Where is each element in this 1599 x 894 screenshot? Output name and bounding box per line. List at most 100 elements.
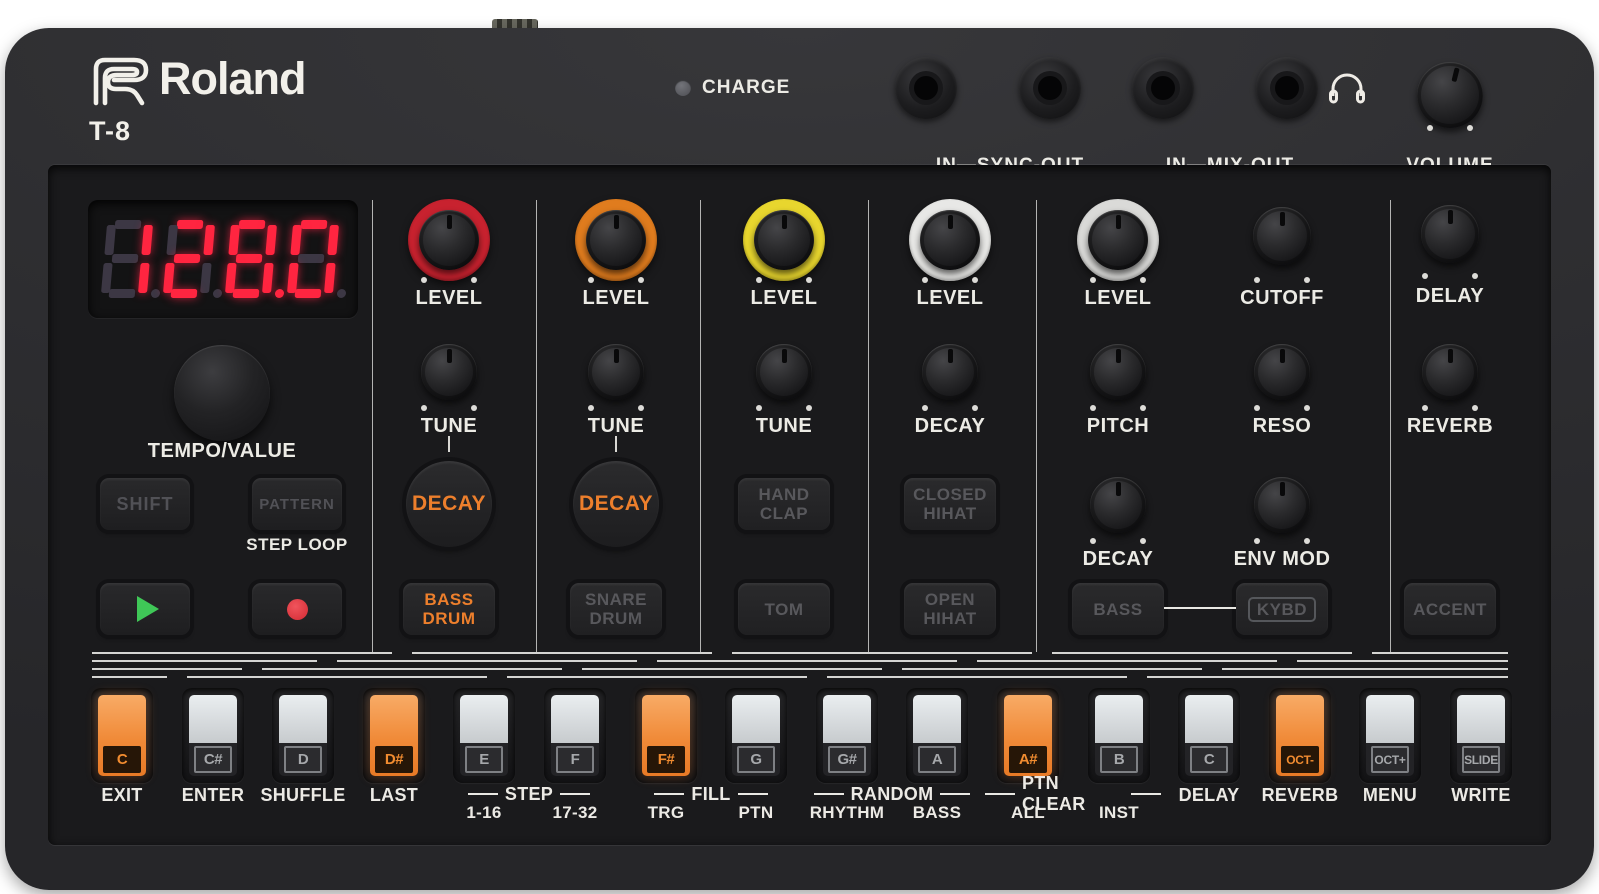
bass-drum-button[interactable]: BASSDRUM [403,583,495,635]
step-pad-oct-plus[interactable]: OCT+ [1359,688,1421,783]
delay-label: DELAY [1370,285,1530,308]
step-pad-f[interactable]: F [544,688,606,783]
knob-dots [369,405,529,411]
tempo-display [88,200,358,318]
divider [1036,200,1037,652]
step-pad-c2[interactable]: C [1178,688,1240,783]
step-pad-g[interactable]: G [725,688,787,783]
step-slide: SLIDE WRITE [1450,688,1512,828]
bass-drum-tune-knob[interactable] [421,344,477,400]
reverb-knob[interactable] [1422,344,1478,400]
snare-drum-tune-knob[interactable] [588,344,644,400]
step-d-sharp: D# LAST [363,688,425,828]
knob-dots [870,405,1030,411]
volume-knob-dots [1370,125,1530,131]
knob-dots [1038,277,1198,283]
level-label: LEVEL [704,287,864,310]
bass-drum-level-knob[interactable] [419,210,479,270]
level-label: LEVEL [536,287,696,310]
level-ring [1077,199,1159,281]
step-loop-label: STEP LOOP [237,535,357,555]
level-ring [575,199,657,281]
step-group-label: STEP [449,785,609,803]
step-f-sharp: F# TRG [635,688,697,828]
tempo-value-knob[interactable] [174,345,270,441]
reso-knob[interactable] [1254,344,1310,400]
tune-label: TUNE [369,415,529,438]
fill-ptn-label: PTN [711,803,801,823]
env-mod-knob[interactable] [1254,477,1310,533]
shuffle-label: SHUFFLE [258,785,348,806]
step-pad-a[interactable]: A [906,688,968,783]
step-c-sharp: C# ENTER [182,688,244,828]
mix-out-jack[interactable] [1256,57,1318,119]
bass-level-knob[interactable] [1088,210,1148,270]
step-g: G PTN [725,688,787,828]
accent-button[interactable]: ACCENT [1404,583,1496,635]
step-pad-slide[interactable]: SLIDE [1450,688,1512,783]
bass-decay-knob[interactable] [1090,477,1146,533]
enter-label: ENTER [168,785,258,806]
charge-label: CHARGE [605,77,905,99]
play-icon [137,596,159,622]
random-bass-label: BASS [892,803,982,823]
bass-button[interactable]: BASS [1072,583,1164,635]
knob-dots [1370,405,1530,411]
fill-trg-label: TRG [621,803,711,823]
hand-clap-button[interactable]: HANDCLAP [738,478,830,530]
step-pad-c[interactable]: C [91,688,153,783]
record-button[interactable] [252,583,342,635]
sync-out-jack[interactable] [1019,57,1081,119]
tick [448,436,450,452]
step-pad-oct-minus[interactable]: OCT- [1269,688,1331,783]
step-pad-a-sharp[interactable]: A# [997,688,1059,783]
snare-drum-decay-pad[interactable]: DECAY [573,461,659,547]
mix-in-jack[interactable] [1132,57,1194,119]
step-f: F 17-32 [544,688,606,828]
bass-kybd-connector [1164,607,1236,609]
reverb-label: REVERB [1370,415,1530,438]
tom-level-knob[interactable] [754,210,814,270]
step-pad-d-sharp[interactable]: D# [363,688,425,783]
step-pad-c-sharp[interactable]: C# [182,688,244,783]
closed-hihat-button[interactable]: CLOSEDHIHAT [904,478,996,530]
kybd-button[interactable]: KYBD [1236,583,1328,635]
step-pad-d[interactable]: D [272,688,334,783]
step-g-sharp: G# RHYTHM [816,688,878,828]
bass-drum-decay-pad[interactable]: DECAY [406,461,492,547]
step-pad-b[interactable]: B [1088,688,1150,783]
divider [868,200,869,652]
tune-label: TUNE [704,415,864,438]
cutoff-knob[interactable] [1253,207,1311,265]
tom-button[interactable]: TOM [738,583,830,635]
sync-in-jack[interactable] [895,57,957,119]
snare-drum-button[interactable]: SNAREDRUM [570,583,662,635]
stripe-line [92,668,1508,670]
hihat-level-knob[interactable] [920,210,980,270]
step-pad-f-sharp[interactable]: F# [635,688,697,783]
play-button[interactable] [100,583,190,635]
headphones-icon [1327,73,1367,106]
knob-dots [1038,538,1198,544]
divider [700,200,701,652]
stripe-line [92,660,1508,662]
bass-pitch-knob[interactable] [1090,344,1146,400]
step-pad-e[interactable]: E [453,688,515,783]
tom-tune-knob[interactable] [756,344,812,400]
pattern-button[interactable]: PATTERN [252,478,342,530]
random-group-label: RANDOM [812,785,972,803]
level-label: LEVEL [1038,287,1198,310]
env-mod-label: ENV MOD [1202,548,1362,571]
step-pad-g-sharp[interactable]: G# [816,688,878,783]
delay-knob[interactable] [1421,205,1479,263]
knob-dots [1038,405,1198,411]
stripe-line [92,652,1508,654]
open-hihat-button[interactable]: OPENHIHAT [904,583,996,635]
write-label: WRITE [1436,785,1526,806]
volume-knob[interactable] [1417,62,1483,128]
snare-drum-level-knob[interactable] [586,210,646,270]
hihat-decay-knob[interactable] [922,344,978,400]
ptn-clear-group-label: PTN CLEAR [985,785,1161,803]
shift-button[interactable]: SHIFT [100,478,190,530]
knob-dots [870,277,1030,283]
